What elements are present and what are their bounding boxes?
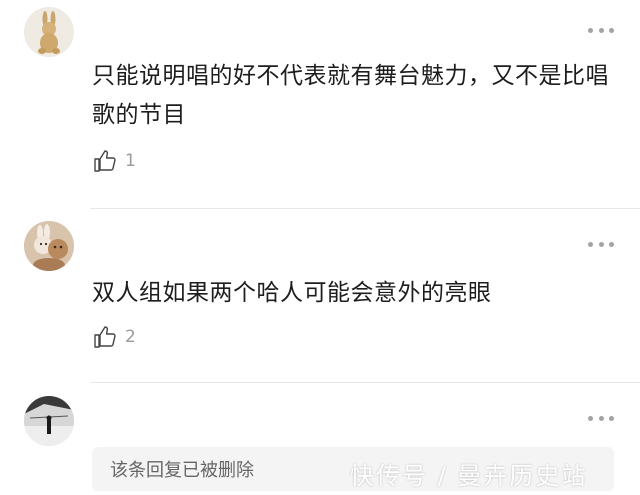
- more-options-icon[interactable]: [588, 26, 614, 34]
- like-count: 2: [125, 327, 136, 347]
- avatar[interactable]: [24, 7, 74, 57]
- plush-toys-icon: [24, 221, 74, 271]
- deleted-reply-text: 该条回复已被删除: [110, 460, 254, 481]
- comment-text: 只能说明唱的好不代表就有舞台魅力，又不是比唱歌的节目: [92, 63, 609, 128]
- watermark: 快传号 / 曼卉历史站: [350, 462, 588, 490]
- avatar[interactable]: [24, 396, 74, 446]
- bw-photo-icon: [24, 396, 74, 446]
- rabbit-plush-icon: [24, 7, 74, 57]
- comment-item: 只能说明唱的好不代表就有舞台魅力，又不是比唱歌的节目 1: [0, 0, 640, 210]
- like-button[interactable]: 1: [93, 147, 136, 175]
- thumbs-up-icon: [94, 326, 116, 348]
- divider: [90, 208, 640, 209]
- avatar[interactable]: [24, 221, 74, 271]
- more-options-icon[interactable]: [588, 414, 614, 422]
- like-count: 1: [125, 151, 136, 171]
- thumbs-up-icon: [94, 150, 116, 172]
- comment-item: 双人组如果两个哈人可能会意外的亮眼 2: [0, 210, 640, 382]
- like-button[interactable]: 2: [93, 323, 136, 351]
- more-options-icon[interactable]: [588, 240, 614, 248]
- comment-text: 双人组如果两个哈人可能会意外的亮眼: [92, 280, 492, 306]
